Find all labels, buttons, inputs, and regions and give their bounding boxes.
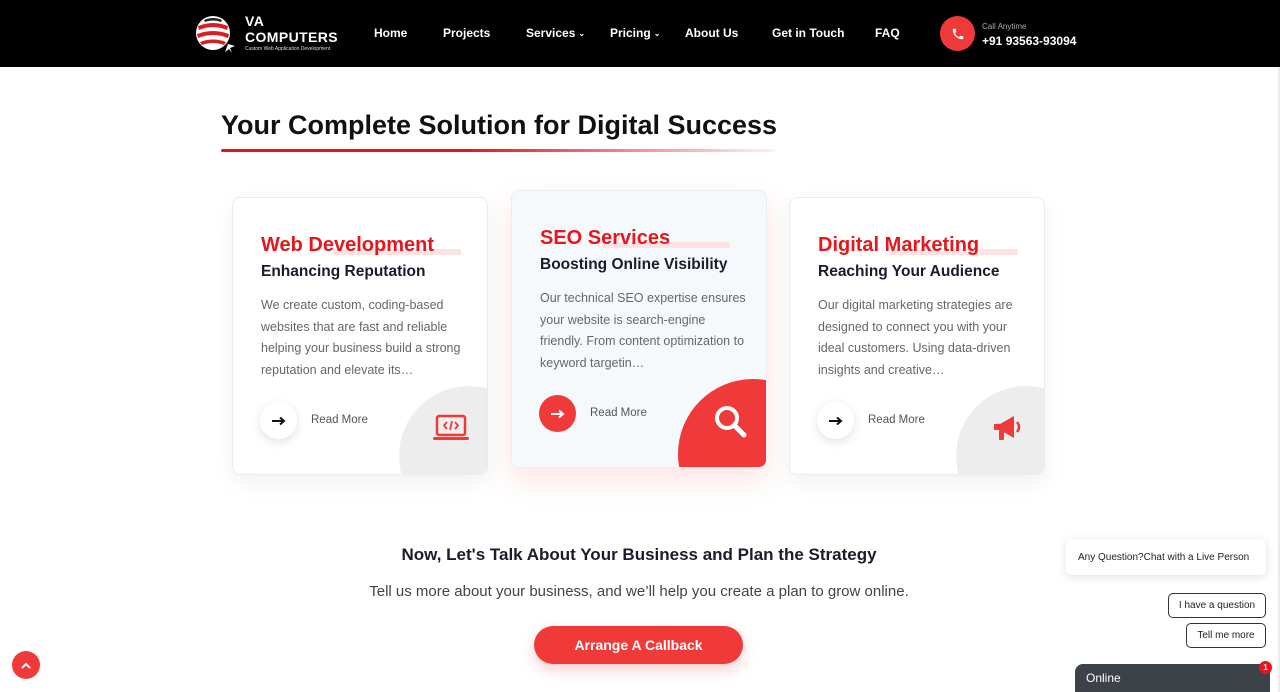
- card-description: We create custom, coding-based websites …: [261, 298, 461, 377]
- chat-option-have-question[interactable]: I have a question: [1168, 593, 1266, 618]
- arrange-callback-button[interactable]: Arrange A Callback: [534, 626, 743, 664]
- chat-option-tell-me-more[interactable]: Tell me more: [1186, 623, 1266, 648]
- service-card-digital-marketing[interactable]: Digital Marketing Reaching Your Audience…: [789, 197, 1045, 475]
- nav-pricing-label: Pricing: [610, 26, 651, 40]
- logo-tagline: Custom Web Application Development: [245, 46, 331, 52]
- nav-projects-label: Projects: [443, 26, 491, 40]
- megaphone-icon: [988, 412, 1028, 444]
- nav-pricing[interactable]: Pricing ⌄: [610, 26, 660, 40]
- call-label: Call Anytime: [982, 22, 1027, 31]
- nav-contact-label: Get in Touch: [772, 26, 845, 40]
- logo[interactable]: VA COMPUTERS Custom Web Application Deve…: [194, 12, 338, 54]
- arrow-right-icon: [828, 416, 843, 425]
- nav-about-us[interactable]: About Us: [685, 26, 738, 40]
- nav-get-in-touch[interactable]: Get in Touch: [772, 26, 844, 40]
- laptop-code-icon: [431, 412, 471, 444]
- nav-faq[interactable]: FAQ: [875, 26, 900, 40]
- nav-faq-label: FAQ: [875, 26, 900, 40]
- read-more-button[interactable]: [260, 402, 297, 439]
- read-more-link[interactable]: Read More: [311, 414, 368, 426]
- chat-status-label: Online: [1086, 671, 1121, 685]
- cta-text: Tell us more about your business, and we…: [369, 583, 909, 600]
- chevron-down-icon: ⌄: [578, 29, 586, 38]
- logo-line1: VA: [245, 13, 265, 29]
- call-button[interactable]: [940, 16, 975, 51]
- chat-notification-badge: 1: [1259, 661, 1272, 674]
- logo-line2: COMPUTERS: [245, 29, 339, 45]
- search-icon: [710, 405, 750, 438]
- card-title: SEO Services: [540, 227, 671, 249]
- phone-icon: [952, 28, 963, 39]
- card-subtitle: Enhancing Reputation: [261, 263, 426, 280]
- nav-services-label: Services: [526, 26, 576, 40]
- read-more-button[interactable]: [817, 402, 854, 439]
- call-number[interactable]: +91 93563-93094: [982, 34, 1076, 48]
- nav-projects[interactable]: Projects: [443, 26, 490, 40]
- service-card-seo[interactable]: SEO Services Boosting Online Visibility …: [511, 190, 767, 468]
- card-subtitle: Reaching Your Audience: [818, 263, 1000, 280]
- card-description: Our technical SEO expertise ensures your…: [540, 291, 746, 370]
- arrow-right-icon: [550, 409, 565, 418]
- scroll-to-top-button[interactable]: [12, 651, 40, 679]
- chat-prompt-bubble[interactable]: Any Question?Chat with a Live Person: [1066, 539, 1266, 575]
- read-more-button[interactable]: [539, 395, 576, 432]
- read-more-link[interactable]: Read More: [868, 414, 925, 426]
- logo-globe-icon: [194, 12, 236, 54]
- nav-about-label: About Us: [685, 26, 739, 40]
- read-more-link[interactable]: Read More: [590, 407, 647, 419]
- card-subtitle: Boosting Online Visibility: [540, 256, 728, 273]
- chevron-down-icon: ⌄: [653, 29, 661, 38]
- section-title: Your Complete Solution for Digital Succe…: [221, 110, 778, 140]
- service-card-web-development[interactable]: Web Development Enhancing Reputation We …: [232, 197, 488, 475]
- arrow-right-icon: [271, 416, 286, 425]
- card-title: Web Development: [261, 234, 434, 256]
- chat-status-bar[interactable]: Online: [1075, 664, 1270, 692]
- chevron-up-icon: [21, 662, 31, 669]
- site-header: VA COMPUTERS Custom Web Application Deve…: [0, 0, 1280, 67]
- card-description: Our digital marketing strategies are des…: [818, 298, 1013, 377]
- card-title: Digital Marketing: [818, 234, 980, 256]
- nav-home[interactable]: Home: [374, 26, 407, 40]
- title-underline: [221, 149, 776, 152]
- nav-home-label: Home: [374, 26, 408, 40]
- nav-services[interactable]: Services ⌄: [526, 26, 585, 40]
